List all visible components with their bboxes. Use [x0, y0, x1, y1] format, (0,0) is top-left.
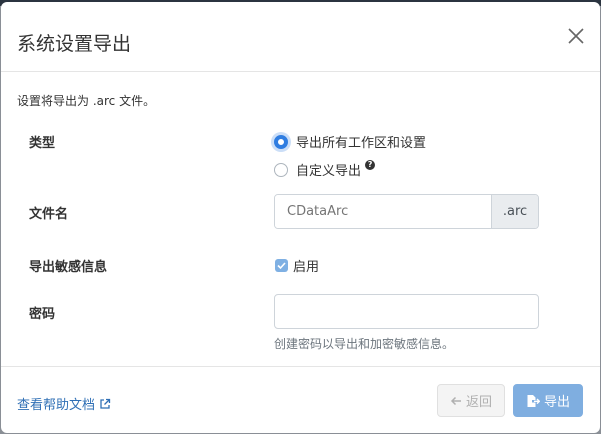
help-docs-link-label: 查看帮助文档	[17, 398, 96, 413]
close-button[interactable]	[564, 24, 588, 48]
filename-input[interactable]	[275, 195, 491, 228]
intro-text: 设置将导出为 .arc 文件。	[17, 94, 156, 108]
sensitive-checkbox[interactable]: 启用	[275, 256, 319, 275]
password-label: 密码	[29, 307, 56, 322]
radio-export-all-label: 导出所有工作区和设置	[296, 136, 427, 151]
sensitive-checkbox-box[interactable]	[275, 259, 288, 272]
dialog-title: 系统设置导出	[17, 33, 132, 55]
arrow-left-icon	[450, 395, 462, 407]
sensitive-checkbox-label: 启用	[293, 260, 320, 275]
radio-export-all[interactable]: 导出所有工作区和设置	[274, 132, 426, 151]
filename-extension: .arc	[491, 195, 538, 228]
radio-export-all-indicator[interactable]	[274, 134, 288, 149]
sensitive-label: 导出敏感信息	[29, 260, 108, 275]
back-button-label: 返回	[465, 395, 492, 410]
export-button[interactable]: 导出	[513, 384, 583, 417]
filename-input-group: .arc	[274, 194, 539, 229]
dialog-body: 设置将导出为 .arc 文件。 类型 导出所有工作区和设置 自定义导出 ? 文件…	[1, 72, 600, 367]
external-link-icon	[100, 398, 111, 409]
question-circle-icon[interactable]: ?	[365, 159, 376, 170]
radio-custom-export-label: 自定义导出	[296, 164, 362, 179]
check-icon	[277, 262, 286, 270]
radio-custom-export-indicator[interactable]	[274, 162, 288, 177]
password-hint: 创建密码以导出和加密敏感信息。	[274, 337, 455, 351]
export-dialog: 系统设置导出 设置将导出为 .arc 文件。 类型 导出所有工作区和设置 自定义…	[1, 2, 600, 433]
dialog-header: 系统设置导出	[1, 2, 600, 72]
dialog-footer: 查看帮助文档 返回 导出	[1, 366, 600, 433]
filename-label: 文件名	[29, 207, 69, 222]
close-icon	[568, 28, 584, 44]
back-button[interactable]: 返回	[437, 384, 505, 417]
help-docs-link[interactable]: 查看帮助文档	[17, 394, 111, 413]
type-label: 类型	[29, 136, 56, 151]
radio-custom-export[interactable]: 自定义导出 ?	[274, 159, 376, 179]
file-export-icon	[526, 394, 540, 408]
password-input[interactable]	[274, 294, 539, 329]
export-button-label: 导出	[543, 395, 570, 410]
